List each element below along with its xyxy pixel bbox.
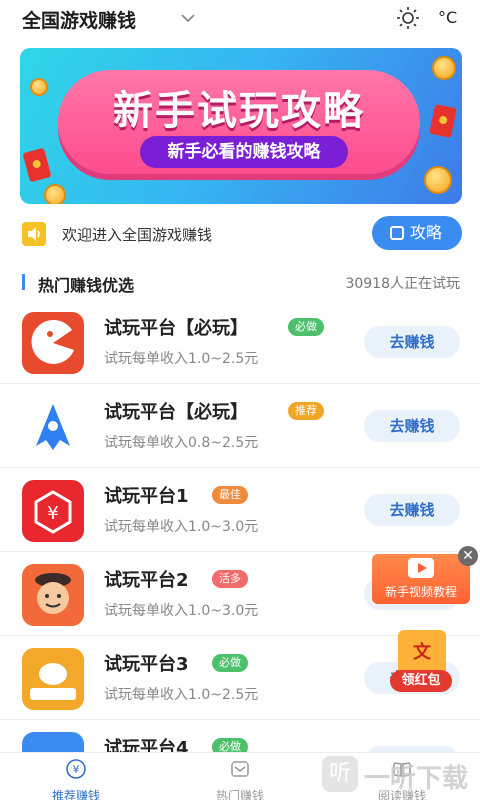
section-header: 热门赚钱优选 30918人正在试玩 — [0, 268, 480, 298]
yen-circle-icon: ¥ — [66, 759, 86, 779]
yen-app-icon: ¥ — [22, 480, 84, 542]
status-badge: 最佳 — [212, 486, 248, 504]
temperature-unit: °C — [438, 8, 458, 27]
pacman-app-icon — [22, 312, 84, 374]
svg-text:¥: ¥ — [73, 763, 80, 776]
tab-recommend[interactable]: ¥ 推荐赚钱 — [26, 759, 126, 800]
section-count: 30918人正在试玩 — [345, 276, 460, 292]
platform-name: 试玩平台1 — [104, 486, 189, 507]
tab-label: 热门赚钱 — [215, 789, 264, 800]
svg-text:¥: ¥ — [47, 503, 58, 524]
sun-icon — [397, 7, 419, 29]
status-badge: 推荐 — [288, 402, 324, 420]
coin-decoration — [432, 56, 456, 80]
watermark-text: 一听下载 — [364, 764, 469, 794]
list-item[interactable]: 试玩平台【必玩】 推荐 试玩每单收入0.8~2.5元 去赚钱 — [0, 384, 480, 468]
earn-button[interactable]: 去赚钱 — [364, 494, 460, 526]
notice-text: 欢迎进入全国游戏赚钱 — [62, 226, 213, 244]
red-envelope-decoration — [429, 104, 457, 138]
notice-bar: 欢迎进入全国游戏赚钱 攻略 — [20, 216, 462, 252]
platform-name: 试玩平台3 — [104, 654, 189, 675]
bean-app-icon — [22, 648, 84, 710]
video-tutorial-label: 新手视频教程 — [384, 585, 457, 599]
platform-name: 试玩平台2 — [104, 570, 189, 591]
banner-subtitle: 新手必看的赚钱攻略 — [140, 136, 348, 168]
guide-icon — [390, 226, 404, 240]
earn-button[interactable]: 去赚钱 — [364, 410, 460, 442]
platform-desc: 试玩每单收入0.8~2.5元 — [104, 435, 259, 451]
tab-hot[interactable]: 热门赚钱 — [190, 759, 290, 800]
section-title: 热门赚钱优选 — [38, 276, 135, 295]
red-packet-glyph: 文 — [413, 642, 431, 663]
speaker-icon — [22, 222, 46, 246]
guide-button-label: 攻略 — [410, 223, 443, 242]
app-title[interactable]: 全国游戏赚钱 — [22, 6, 136, 33]
inbox-icon — [231, 761, 249, 777]
red-envelope-decoration — [22, 147, 52, 183]
close-icon[interactable]: ✕ — [458, 546, 478, 566]
banner-carousel[interactable]: 新手试玩攻略 新手必看的赚钱攻略 — [20, 48, 462, 204]
watermark-logo-glyph: 听 — [328, 761, 351, 786]
platform-desc: 试玩每单收入1.0~3.0元 — [104, 603, 259, 619]
earn-button[interactable]: 去赚钱 — [364, 326, 460, 358]
banner-title: 新手试玩攻略 — [113, 88, 365, 134]
guide-button[interactable]: 攻略 — [372, 216, 462, 250]
coin-decoration — [44, 184, 66, 204]
watermark-logo: 听 — [322, 756, 358, 792]
play-icon — [408, 558, 434, 578]
platform-desc: 试玩每单收入1.0~3.0元 — [104, 519, 259, 535]
list-item[interactable]: 试玩平台【必玩】 必做 试玩每单收入1.0~2.5元 去赚钱 — [0, 300, 480, 384]
platform-desc: 试玩每单收入1.0~2.5元 — [104, 687, 259, 703]
status-badge: 必做 — [288, 318, 324, 336]
platform-desc: 试玩每单收入1.0~2.5元 — [104, 351, 259, 367]
platform-list: 试玩平台【必玩】 必做 试玩每单收入1.0~2.5元 去赚钱 试玩平台【必玩】 … — [0, 300, 480, 800]
platform-name: 试玩平台【必玩】 — [104, 402, 248, 423]
face-app-icon — [22, 564, 84, 626]
status-badge: 活多 — [212, 570, 248, 588]
coin-decoration — [30, 78, 48, 96]
banner-pill: 新手试玩攻略 新手必看的赚钱攻略 — [58, 70, 420, 174]
chevron-down-icon[interactable] — [180, 10, 196, 26]
rocket-app-icon — [22, 396, 84, 458]
red-packet-label: 领红包 — [390, 670, 452, 692]
list-item[interactable]: ¥ 试玩平台1 最佳 试玩每单收入1.0~3.0元 去赚钱 — [0, 468, 480, 552]
section-accent-bar — [22, 274, 25, 290]
video-tutorial-float[interactable]: 新手视频教程 — [372, 554, 470, 604]
platform-name: 试玩平台【必玩】 — [104, 318, 248, 339]
top-bar: 全国游戏赚钱 °C — [0, 0, 480, 40]
status-badge: 必做 — [212, 654, 248, 672]
tab-label: 推荐赚钱 — [51, 789, 100, 800]
red-packet-float[interactable]: 文 领红包 — [390, 630, 452, 692]
coin-decoration — [424, 166, 452, 194]
